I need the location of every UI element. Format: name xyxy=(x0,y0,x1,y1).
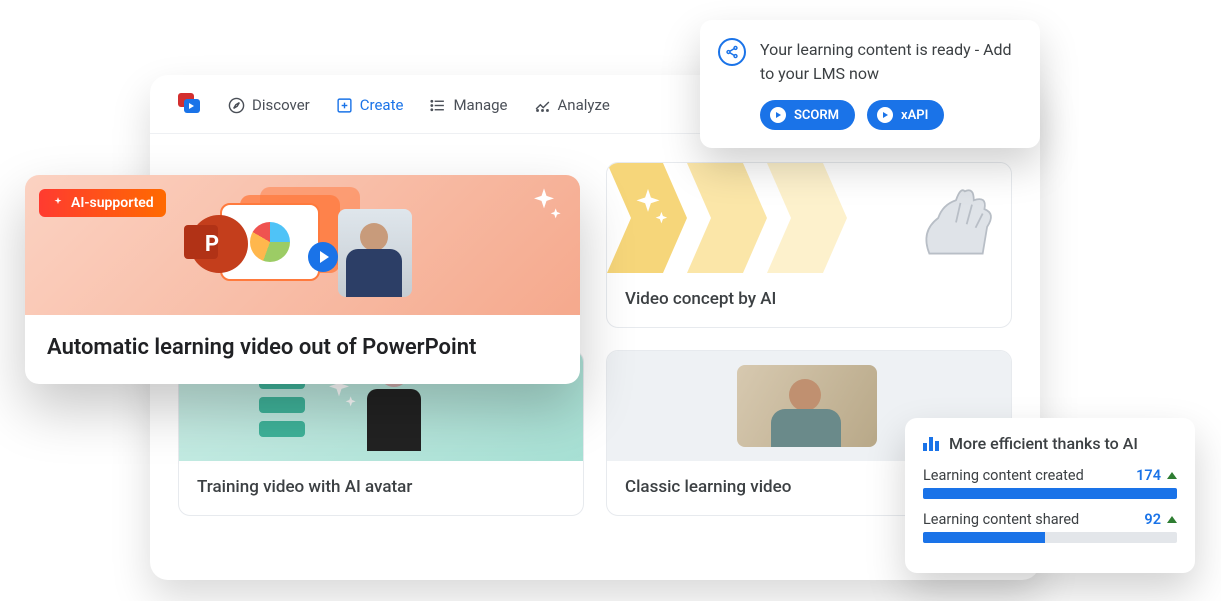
stat-bar-created xyxy=(923,488,1177,499)
trend-up-icon xyxy=(1167,516,1177,523)
stat-value: 92 xyxy=(1144,511,1161,528)
stat-value: 174 xyxy=(1136,467,1161,484)
ai-badge-label: AI-supported xyxy=(71,195,154,211)
nav-discover[interactable]: Discover xyxy=(228,96,310,114)
list-icon xyxy=(429,97,446,114)
lms-ready-toast: Your learning content is ready - Add to … xyxy=(700,20,1040,148)
stats-heading-row: More efficient thanks to AI xyxy=(923,434,1177,453)
stat-row-shared: Learning content shared 92 xyxy=(923,511,1177,528)
xapi-button[interactable]: xAPI xyxy=(867,100,944,130)
primary-nav: Discover Create Manage Analyze xyxy=(228,96,610,114)
bar-chart-icon xyxy=(923,437,939,451)
nav-create-label: Create xyxy=(360,96,404,114)
card-media xyxy=(607,163,1011,273)
xapi-label: xAPI xyxy=(901,108,928,123)
stat-bar-fill xyxy=(923,532,1045,543)
sparkle-icon xyxy=(524,185,564,229)
card-auto-video-from-powerpoint[interactable]: AI-supported P Automatic learning video … xyxy=(25,175,580,384)
compass-icon xyxy=(228,97,245,114)
app-logo xyxy=(178,93,204,117)
powerpoint-icon: P xyxy=(190,215,248,273)
card-media: AI-supported P xyxy=(25,175,580,315)
scorm-button[interactable]: SCORM xyxy=(760,100,855,130)
pie-chart-icon xyxy=(250,222,290,262)
scorm-label: SCORM xyxy=(794,108,839,123)
nav-manage-label: Manage xyxy=(453,96,507,114)
nav-discover-label: Discover xyxy=(252,96,310,114)
stat-label: Learning content created xyxy=(923,467,1084,484)
ai-supported-badge: AI-supported xyxy=(39,189,166,217)
robot-hand-icon xyxy=(911,178,1001,258)
share-icon xyxy=(718,38,746,66)
nav-analyze[interactable]: Analyze xyxy=(534,96,610,114)
stat-bar-shared xyxy=(923,532,1177,543)
stat-row-created: Learning content created 174 xyxy=(923,467,1177,484)
card-title: Video concept by AI xyxy=(607,273,1011,327)
analytics-icon xyxy=(534,97,551,114)
card-title: Automatic learning video out of PowerPoi… xyxy=(25,315,580,384)
toast-text: Your learning content is ready - Add to … xyxy=(760,38,1020,86)
stat-label: Learning content shared xyxy=(923,511,1079,528)
card-video-concept-ai[interactable]: Video concept by AI xyxy=(606,162,1012,328)
arrow-circle-icon xyxy=(877,107,893,123)
stats-heading: More efficient thanks to AI xyxy=(949,434,1138,453)
efficiency-stats-panel: More efficient thanks to AI Learning con… xyxy=(905,418,1195,573)
card-title: Training video with AI avatar xyxy=(179,461,583,515)
nav-manage[interactable]: Manage xyxy=(429,96,507,114)
sparkle-icon xyxy=(625,185,671,235)
presenter-photo xyxy=(737,365,877,447)
nav-create[interactable]: Create xyxy=(336,96,404,114)
play-icon xyxy=(308,242,338,272)
presenter-thumbnail xyxy=(338,209,412,297)
trend-up-icon xyxy=(1167,472,1177,479)
nav-analyze-label: Analyze xyxy=(558,96,610,114)
arrow-circle-icon xyxy=(770,107,786,123)
stat-bar-fill xyxy=(923,488,1177,499)
sparkle-icon xyxy=(51,196,65,210)
plus-square-icon xyxy=(336,97,353,114)
